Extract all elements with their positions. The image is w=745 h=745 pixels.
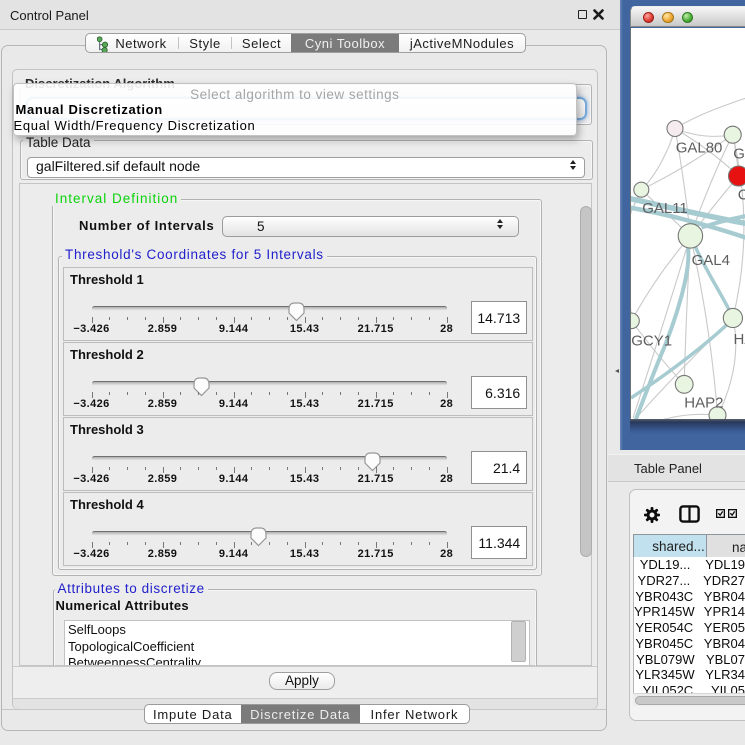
svg-text:GAL4: GAL4 bbox=[692, 252, 730, 269]
svg-text:HAP2: HAP2 bbox=[684, 394, 723, 411]
svg-text:GAL11: GAL11 bbox=[642, 200, 688, 217]
svg-text:GA: GA bbox=[733, 146, 745, 163]
svg-text:GCY1: GCY1 bbox=[631, 333, 672, 350]
svg-text:GAL80: GAL80 bbox=[676, 139, 723, 156]
svg-text:CR: CR bbox=[738, 186, 745, 203]
svg-text:HA: HA bbox=[734, 331, 745, 348]
